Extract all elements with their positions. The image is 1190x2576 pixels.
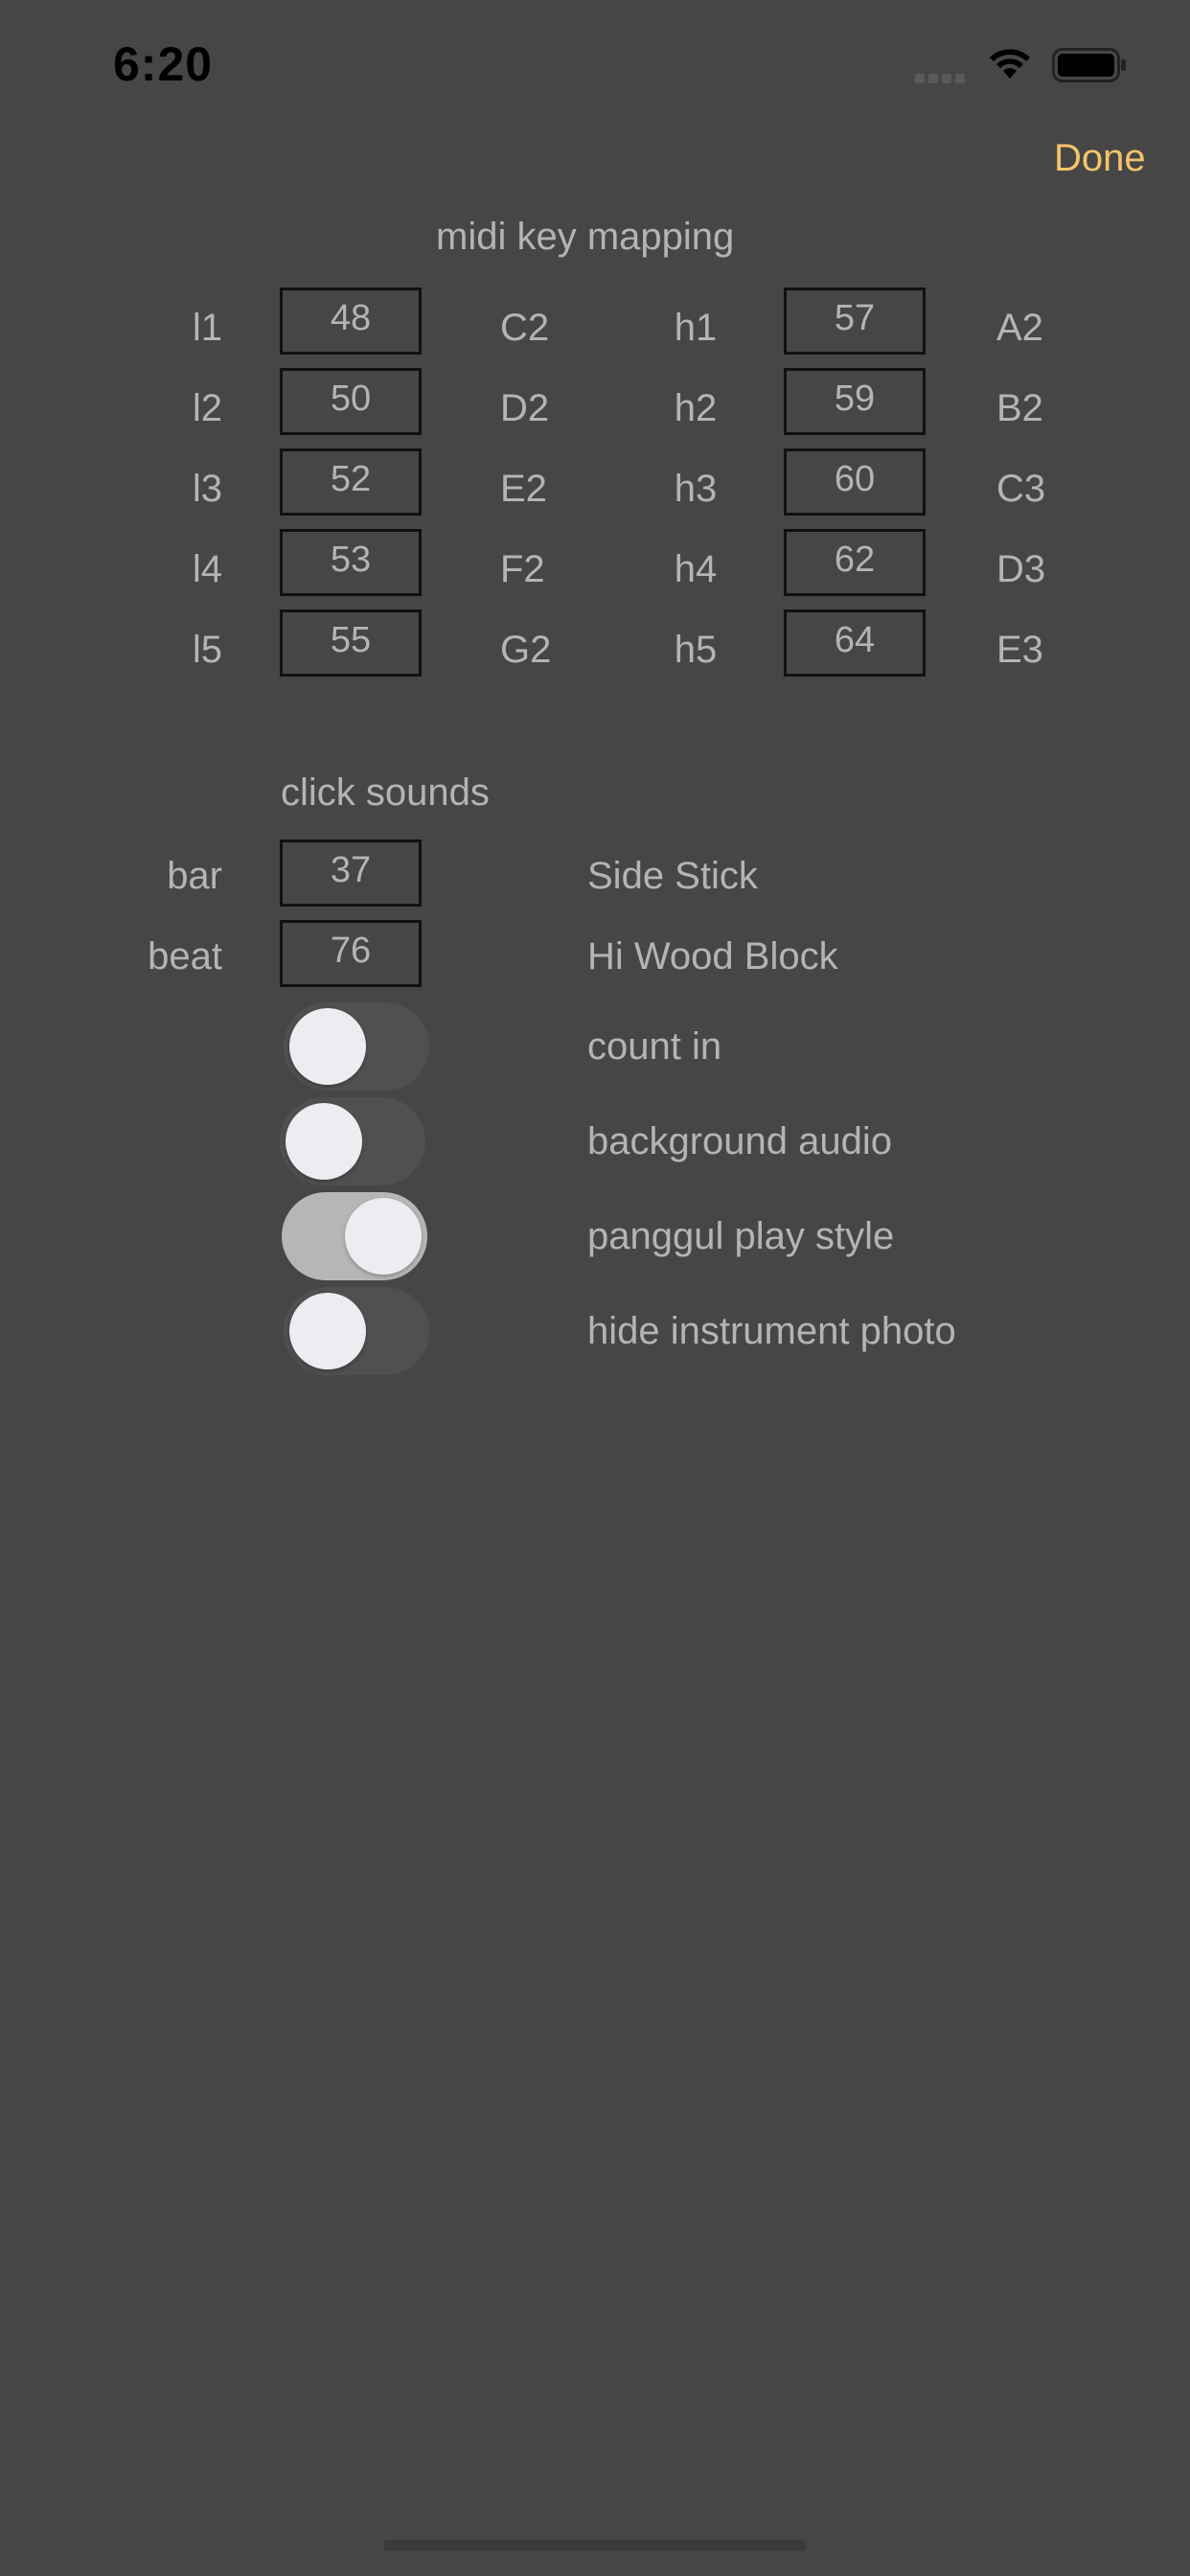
key-label-h4: h4 (674, 548, 718, 590)
note-label-h5: E3 (996, 629, 1043, 671)
background-audio-label: background audio (587, 1120, 893, 1162)
settings-screen: 6:20 Done midi key mapping l1 48 C2 l2 5… (0, 0, 1190, 2576)
panggul-play-style-toggle[interactable] (282, 1192, 427, 1280)
key-label-l5: l5 (192, 629, 222, 671)
midi-field-h2[interactable]: 59 (784, 368, 926, 435)
toggle-knob (289, 1008, 366, 1085)
note-label-l2: D2 (500, 387, 550, 429)
battery-icon (1052, 48, 1127, 82)
bar-sound-name: Side Stick (587, 855, 758, 897)
toggle-knob (345, 1198, 422, 1275)
status-time: 6:20 (113, 37, 214, 91)
beat-sound-field[interactable]: 76 (280, 920, 422, 987)
note-label-h1: A2 (996, 307, 1043, 349)
home-indicator (383, 2540, 807, 2551)
note-label-h3: C3 (996, 468, 1046, 510)
wifi-icon (987, 46, 1033, 80)
midi-field-h1[interactable]: 57 (784, 288, 926, 355)
midi-field-l5[interactable]: 55 (280, 610, 422, 677)
beat-label: beat (148, 935, 222, 978)
midi-mapping-title: midi key mapping (436, 216, 735, 258)
key-label-h1: h1 (674, 307, 718, 349)
key-label-l4: l4 (192, 548, 222, 590)
click-sounds-title: click sounds (281, 771, 490, 814)
key-label-h2: h2 (674, 387, 718, 429)
done-button[interactable]: Done (1054, 137, 1146, 180)
note-label-h4: D3 (996, 548, 1046, 590)
key-label-h3: h3 (674, 468, 718, 510)
note-label-l5: G2 (500, 629, 552, 671)
note-label-l1: C2 (500, 307, 550, 349)
beat-sound-name: Hi Wood Block (587, 935, 838, 978)
hide-instrument-photo-toggle[interactable] (284, 1287, 429, 1375)
midi-field-l1[interactable]: 48 (280, 288, 422, 355)
key-label-l3: l3 (192, 468, 222, 510)
toggle-knob (289, 1293, 366, 1369)
hide-instrument-photo-label: hide instrument photo (587, 1310, 956, 1352)
background-audio-toggle[interactable] (280, 1097, 425, 1185)
midi-field-h3[interactable]: 60 (784, 448, 926, 516)
bar-sound-field[interactable]: 37 (280, 840, 422, 907)
note-label-l4: F2 (500, 548, 545, 590)
signal-icon (915, 71, 969, 83)
key-label-l2: l2 (192, 387, 222, 429)
key-label-l1: l1 (192, 307, 222, 349)
panggul-play-style-label: panggul play style (587, 1215, 895, 1257)
toggle-knob (286, 1103, 362, 1180)
count-in-label: count in (587, 1025, 722, 1068)
midi-field-l4[interactable]: 53 (280, 529, 422, 596)
key-label-h5: h5 (674, 629, 718, 671)
count-in-toggle[interactable] (284, 1002, 429, 1091)
midi-field-l3[interactable]: 52 (280, 448, 422, 516)
midi-field-l2[interactable]: 50 (280, 368, 422, 435)
midi-field-h4[interactable]: 62 (784, 529, 926, 596)
midi-field-h5[interactable]: 64 (784, 610, 926, 677)
bar-label: bar (167, 855, 222, 897)
note-label-h2: B2 (996, 387, 1043, 429)
note-label-l3: E2 (500, 468, 547, 510)
